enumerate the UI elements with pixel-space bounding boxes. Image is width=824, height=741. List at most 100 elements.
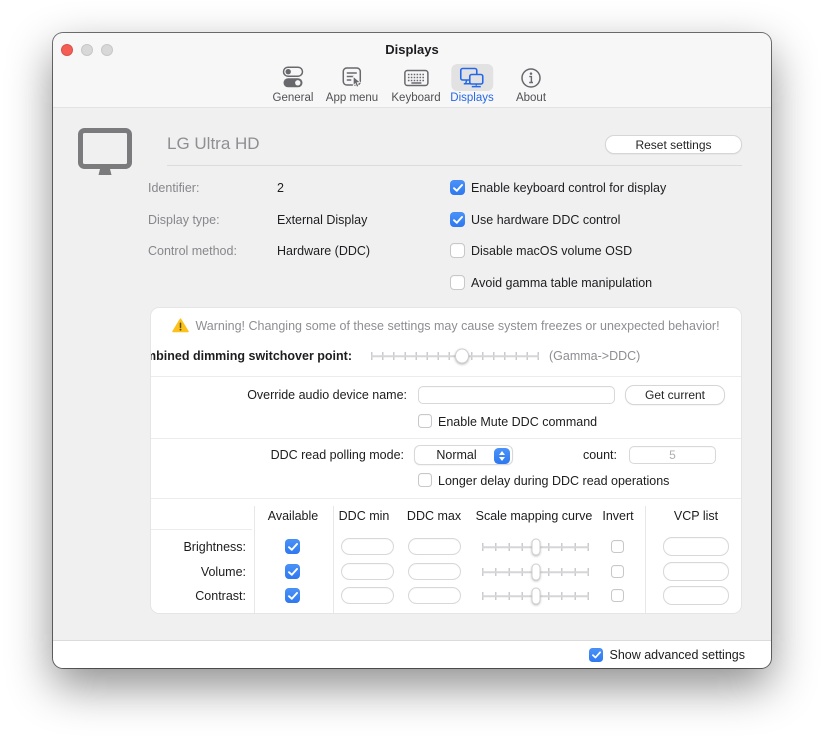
column-header-invert: Invert: [602, 509, 633, 523]
option-row: Use hardware DDC control: [450, 212, 620, 227]
column-divider: [333, 506, 334, 614]
volume-invert-checkbox[interactable]: [611, 565, 624, 578]
column-header-vcp-list: VCP list: [674, 509, 718, 523]
column-header-available: Available: [268, 509, 319, 523]
gamma-table-checkbox[interactable]: [450, 275, 465, 290]
keyboard-control-checkbox[interactable]: [450, 180, 465, 195]
checkbox-label: Avoid gamma table manipulation: [471, 276, 652, 290]
mute-ddc-checkbox[interactable]: [418, 414, 432, 428]
section-divider: [151, 438, 741, 439]
header-underline: [151, 529, 252, 530]
tab-app-menu[interactable]: App menu: [326, 64, 378, 104]
checkbox-label: Use hardware DDC control: [471, 213, 620, 227]
contrast-available-checkbox[interactable]: [285, 588, 300, 603]
contrast-ddc-max-input[interactable]: [408, 587, 461, 604]
display-type-value: External Display: [277, 213, 367, 227]
slider-thumb[interactable]: [455, 349, 469, 364]
volume-available-checkbox[interactable]: [285, 564, 300, 579]
monitor-icon: [78, 128, 132, 183]
option-row: Enable keyboard control for display: [450, 180, 666, 195]
longer-delay-label: Longer delay during DDC read operations: [438, 474, 669, 488]
contrast-curve-slider[interactable]: [482, 587, 589, 605]
volume-ddc-min-input[interactable]: [341, 563, 394, 580]
column-divider: [645, 506, 646, 614]
mute-ddc-label: Enable Mute DDC command: [438, 415, 597, 429]
audio-name-label: Override audio device name:: [247, 388, 407, 402]
volume-ddc-max-input[interactable]: [408, 563, 461, 580]
brightness-invert-checkbox[interactable]: [611, 540, 624, 553]
slider-thumb[interactable]: [531, 588, 540, 605]
brightness-vcp-input[interactable]: [663, 537, 729, 556]
contrast-row-label: Contrast:: [195, 589, 246, 603]
get-current-button[interactable]: Get current: [625, 385, 725, 405]
column-header-curve: Scale mapping curve: [476, 509, 593, 523]
brightness-row-label: Brightness:: [183, 540, 246, 554]
polling-mode-dropdown[interactable]: Normal: [414, 445, 513, 465]
column-header-ddc-max: DDC max: [407, 509, 461, 523]
volume-vcp-input[interactable]: [663, 562, 729, 581]
tab-label: Keyboard: [391, 92, 440, 104]
control-method-value: Hardware (DDC): [277, 244, 370, 258]
displays-window: Displays General: [53, 33, 771, 668]
tab-general[interactable]: General: [272, 64, 314, 104]
slider-thumb[interactable]: [531, 564, 540, 581]
warning-icon: [172, 318, 189, 333]
titlebar: Displays General: [53, 33, 771, 108]
volume-curve-slider[interactable]: [482, 563, 589, 581]
display-name: LG Ultra HD: [167, 134, 260, 154]
advanced-settings-panel: Warning! Changing some of these settings…: [150, 307, 742, 614]
count-input[interactable]: [629, 446, 716, 464]
reset-settings-button[interactable]: Reset settings: [605, 135, 742, 154]
volume-osd-checkbox[interactable]: [450, 243, 465, 258]
identifier-value: 2: [277, 181, 284, 195]
show-advanced-label: Show advanced settings: [609, 648, 745, 662]
dropdown-value: Normal: [436, 448, 476, 462]
display-type-label: Display type:: [148, 213, 220, 227]
contrast-invert-checkbox[interactable]: [611, 589, 624, 602]
count-label: count:: [583, 448, 617, 462]
displays-icon: [451, 64, 493, 91]
longer-delay-checkbox[interactable]: [418, 473, 432, 487]
tab-label: App menu: [326, 92, 378, 104]
column-divider: [254, 506, 255, 614]
menu-document-icon: [331, 64, 373, 91]
dimming-slider[interactable]: [371, 347, 539, 365]
show-advanced-checkbox[interactable]: [589, 648, 603, 662]
brightness-ddc-max-input[interactable]: [408, 538, 461, 555]
slider-thumb[interactable]: [531, 539, 540, 556]
hardware-ddc-checkbox[interactable]: [450, 212, 465, 227]
tab-label: About: [516, 92, 546, 104]
dimming-suffix: (Gamma->DDC): [549, 349, 640, 363]
option-row: Disable macOS volume OSD: [450, 243, 632, 258]
window-title: Displays: [53, 42, 771, 57]
contrast-ddc-min-input[interactable]: [341, 587, 394, 604]
contrast-vcp-input[interactable]: [663, 586, 729, 605]
warning-text: Warning! Changing some of these settings…: [195, 319, 719, 333]
control-method-label: Control method:: [148, 244, 237, 258]
brightness-curve-slider[interactable]: [482, 538, 589, 556]
audio-name-input[interactable]: [418, 386, 615, 404]
column-header-ddc-min: DDC min: [339, 509, 390, 523]
dimming-label: Combined dimming switchover point:: [150, 349, 352, 363]
volume-row-label: Volume:: [201, 565, 246, 579]
checkbox-label: Disable macOS volume OSD: [471, 244, 632, 258]
section-divider: [151, 498, 741, 499]
header-divider: [167, 165, 742, 166]
section-divider: [151, 376, 741, 377]
toggles-icon: [272, 64, 314, 91]
tab-keyboard[interactable]: Keyboard: [391, 64, 440, 104]
tab-about[interactable]: About: [510, 64, 552, 104]
polling-mode-label: DDC read polling mode:: [271, 448, 404, 462]
identifier-label: Identifier:: [148, 181, 199, 195]
warning-row: Warning! Changing some of these settings…: [151, 318, 741, 333]
brightness-ddc-min-input[interactable]: [341, 538, 394, 555]
stepper-icon: [494, 448, 510, 464]
info-icon: [510, 64, 552, 91]
main-content: LG Ultra HD Reset settings Identifier: 2…: [53, 108, 771, 640]
option-row: Avoid gamma table manipulation: [450, 275, 652, 290]
keyboard-icon: [395, 64, 437, 91]
tab-displays[interactable]: Displays: [450, 64, 493, 104]
checkbox-label: Enable keyboard control for display: [471, 181, 666, 195]
tab-label: Displays: [450, 92, 493, 104]
brightness-available-checkbox[interactable]: [285, 539, 300, 554]
